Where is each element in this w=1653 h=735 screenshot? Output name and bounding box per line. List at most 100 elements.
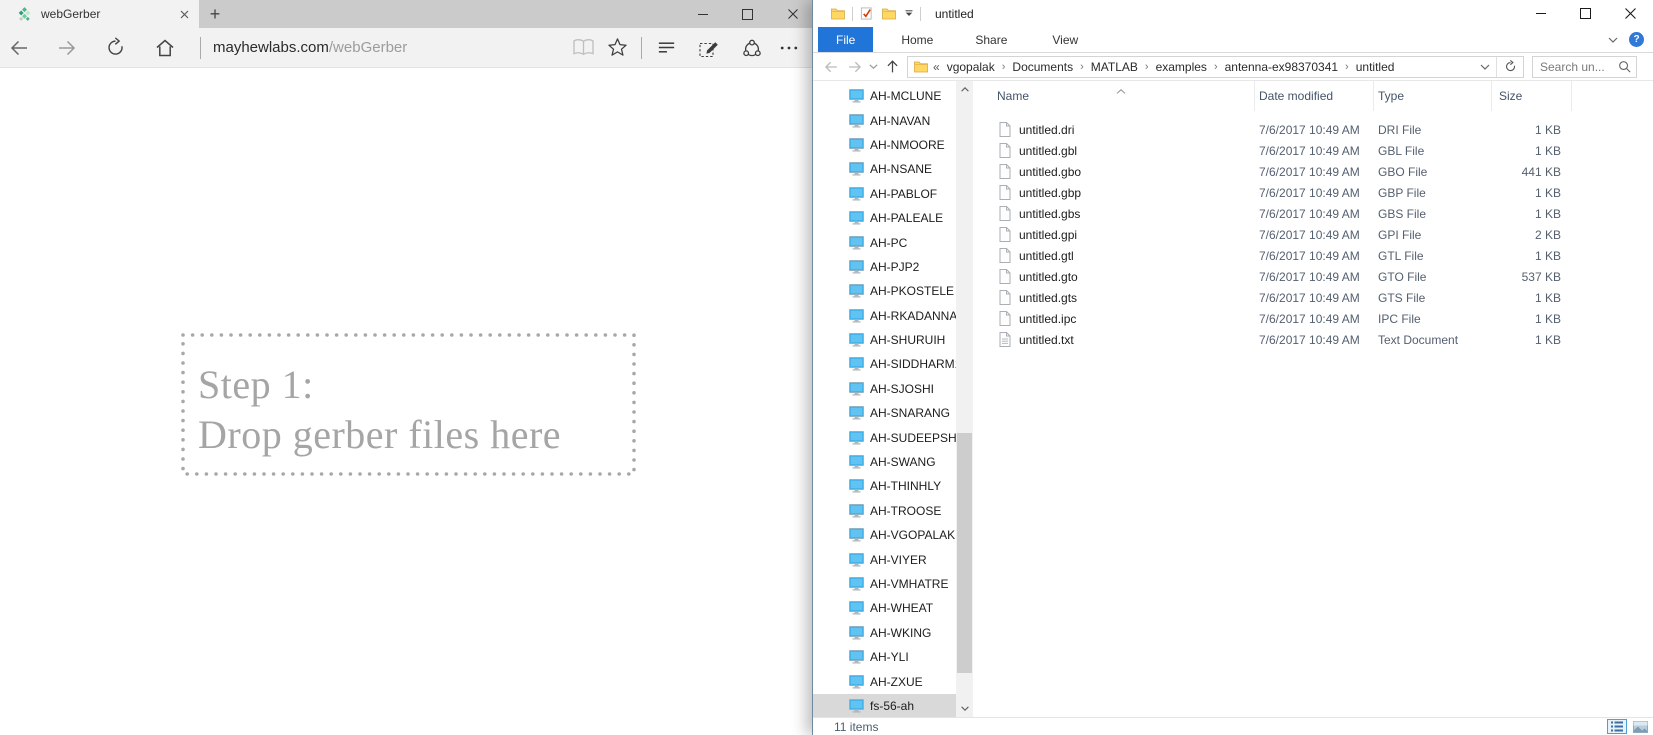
file-row[interactable]: untitled.gbp 7/6/2017 10:49 AM GBP File …: [983, 182, 1653, 203]
file-row[interactable]: untitled.gbl 7/6/2017 10:49 AM GBL File …: [983, 140, 1653, 161]
scrollbar-thumb[interactable]: [957, 433, 972, 673]
sidebar-computer-item[interactable]: AH-SJOSHI: [813, 377, 956, 401]
breadcrumb-item[interactable]: vgopalak: [945, 60, 997, 74]
qat-customize-dropdown[interactable]: [905, 10, 913, 17]
column-header-date-modified[interactable]: Date modified: [1255, 81, 1374, 111]
breadcrumb-item[interactable]: examples: [1154, 60, 1209, 74]
sidebar-computer-item[interactable]: AH-RKADANNA: [813, 304, 956, 328]
file-type: GTL File: [1374, 249, 1492, 263]
sidebar-computer-item[interactable]: AH-SUDEEPSH: [813, 425, 956, 449]
sidebar-computer-item[interactable]: AH-WHEAT: [813, 596, 956, 620]
explorer-search-box[interactable]: Search un...: [1532, 56, 1637, 78]
file-type: IPC File: [1374, 312, 1492, 326]
nav-forward-button[interactable]: [843, 55, 867, 79]
sidebar-computer-item[interactable]: AH-NAVAN: [813, 108, 956, 132]
file-type: GBL File: [1374, 144, 1492, 158]
new-tab-button[interactable]: +: [199, 0, 231, 28]
breadcrumb-item[interactable]: untitled: [1354, 60, 1397, 74]
explorer-close-button[interactable]: [1608, 0, 1653, 27]
ribbon-tab-file[interactable]: File: [818, 27, 873, 52]
details-view-button[interactable]: [1607, 719, 1627, 734]
sidebar-computer-item[interactable]: AH-PABLOF: [813, 182, 956, 206]
file-row[interactable]: untitled.gbs 7/6/2017 10:49 AM GBS File …: [983, 203, 1653, 224]
edge-toolbar: mayhewlabs.com/webGerber: [0, 28, 812, 68]
ribbon-tab-share[interactable]: Share: [961, 27, 1021, 52]
tab-webgerber[interactable]: webGerber: [0, 0, 199, 28]
hub-button[interactable]: [649, 31, 683, 65]
file-row[interactable]: untitled.dri 7/6/2017 10:49 AM DRI File …: [983, 119, 1653, 140]
home-button[interactable]: [148, 31, 182, 65]
web-note-button[interactable]: [692, 31, 726, 65]
sidebar-computer-item[interactable]: AH-VMHATRE: [813, 572, 956, 596]
sidebar-computer-item[interactable]: AH-MCLUNE: [813, 84, 956, 108]
more-actions-button[interactable]: [772, 31, 806, 65]
sidebar-computer-item[interactable]: AH-SNARANG: [813, 401, 956, 425]
sidebar-computer-item[interactable]: AH-VGOPALAK: [813, 523, 956, 547]
sidebar-computer-item[interactable]: fs-56-ah: [813, 694, 956, 717]
sidebar-computer-item[interactable]: AH-VIYER: [813, 547, 956, 571]
gerber-dropzone[interactable]: Step 1: Drop gerber files here: [180, 332, 637, 477]
breadcrumb-item[interactable]: MATLAB: [1089, 60, 1140, 74]
favorites-star-button[interactable]: [600, 31, 634, 65]
file-icon: [999, 248, 1011, 263]
explorer-address-bar[interactable]: « vgopalak›Documents›MATLAB›examples›ant…: [907, 56, 1524, 78]
edge-toolbar-right: [566, 31, 812, 65]
scroll-down-icon[interactable]: [956, 700, 973, 717]
refresh-button[interactable]: [98, 31, 132, 65]
share-button[interactable]: [735, 31, 769, 65]
sidebar-computer-item[interactable]: AH-THINHLY: [813, 474, 956, 498]
file-row[interactable]: untitled.gpi 7/6/2017 10:49 AM GPI File …: [983, 224, 1653, 245]
column-header-type[interactable]: Type: [1374, 81, 1492, 111]
address-dropdown-icon[interactable]: [1474, 57, 1496, 77]
ribbon-tab-view[interactable]: View: [1038, 27, 1092, 52]
breadcrumb-overflow[interactable]: «: [933, 60, 945, 74]
nav-history-dropdown[interactable]: [867, 55, 880, 79]
sidebar-computer-item[interactable]: AH-YLI: [813, 645, 956, 669]
forward-button[interactable]: [50, 31, 84, 65]
sidebar-computer-item[interactable]: AH-PJP2: [813, 255, 956, 279]
file-row[interactable]: untitled.gts 7/6/2017 10:49 AM GTS File …: [983, 287, 1653, 308]
breadcrumb-item[interactable]: Documents: [1010, 60, 1075, 74]
edge-maximize-button[interactable]: [725, 0, 770, 28]
file-row[interactable]: untitled.txt 7/6/2017 10:49 AM Text Docu…: [983, 329, 1653, 350]
tab-close-icon[interactable]: [169, 0, 199, 28]
sidebar-computer-item[interactable]: AH-PC: [813, 230, 956, 254]
titlebar-separator: [852, 7, 853, 21]
explorer-maximize-button[interactable]: [1563, 0, 1608, 27]
thumbnails-view-button[interactable]: [1630, 719, 1650, 734]
qat-new-folder-button[interactable]: [882, 8, 896, 20]
sidebar-computer-item[interactable]: AH-NSANE: [813, 157, 956, 181]
ribbon-collapse-icon[interactable]: [1608, 37, 1618, 43]
sidebar-computer-item[interactable]: AH-SWANG: [813, 450, 956, 474]
sidebar-computer-item[interactable]: AH-PALEALE: [813, 206, 956, 230]
sidebar-computer-item[interactable]: AH-PKOSTELE: [813, 279, 956, 303]
nav-back-button[interactable]: [819, 55, 843, 79]
sidebar-computer-item[interactable]: AH-WKING: [813, 621, 956, 645]
address-bar[interactable]: mayhewlabs.com/webGerber: [213, 39, 407, 56]
sidebar-scrollbar[interactable]: [956, 81, 973, 717]
qat-properties-button[interactable]: [860, 7, 873, 20]
sidebar-computer-item[interactable]: AH-NMOORE: [813, 133, 956, 157]
file-row[interactable]: untitled.ipc 7/6/2017 10:49 AM IPC File …: [983, 308, 1653, 329]
file-row[interactable]: untitled.gtl 7/6/2017 10:49 AM GTL File …: [983, 245, 1653, 266]
scroll-up-icon[interactable]: [956, 81, 973, 98]
help-button[interactable]: ?: [1629, 32, 1644, 47]
edge-close-button[interactable]: [770, 0, 815, 28]
ribbon-tab-home[interactable]: Home: [887, 27, 947, 52]
sidebar-computer-item[interactable]: AH-SHURUIH: [813, 328, 956, 352]
sidebar-computer-item[interactable]: AH-TROOSE: [813, 499, 956, 523]
column-headers: Name Date modified Type Size: [983, 81, 1653, 111]
edge-minimize-button[interactable]: [680, 0, 725, 28]
column-header-size[interactable]: Size: [1492, 81, 1572, 111]
breadcrumb-item[interactable]: antenna-ex98370341: [1223, 60, 1340, 74]
nav-up-button[interactable]: [880, 55, 904, 79]
address-refresh-button[interactable]: [1496, 57, 1523, 77]
sidebar-computer-item[interactable]: AH-ZXUE: [813, 669, 956, 693]
explorer-minimize-button[interactable]: [1518, 0, 1563, 27]
file-type: GTO File: [1374, 270, 1492, 284]
file-row[interactable]: untitled.gto 7/6/2017 10:49 AM GTO File …: [983, 266, 1653, 287]
sidebar-computer-item[interactable]: AH-SIDDHARM1: [813, 352, 956, 376]
back-button[interactable]: [2, 31, 36, 65]
file-row[interactable]: untitled.gbo 7/6/2017 10:49 AM GBO File …: [983, 161, 1653, 182]
reading-view-button[interactable]: [566, 31, 600, 65]
